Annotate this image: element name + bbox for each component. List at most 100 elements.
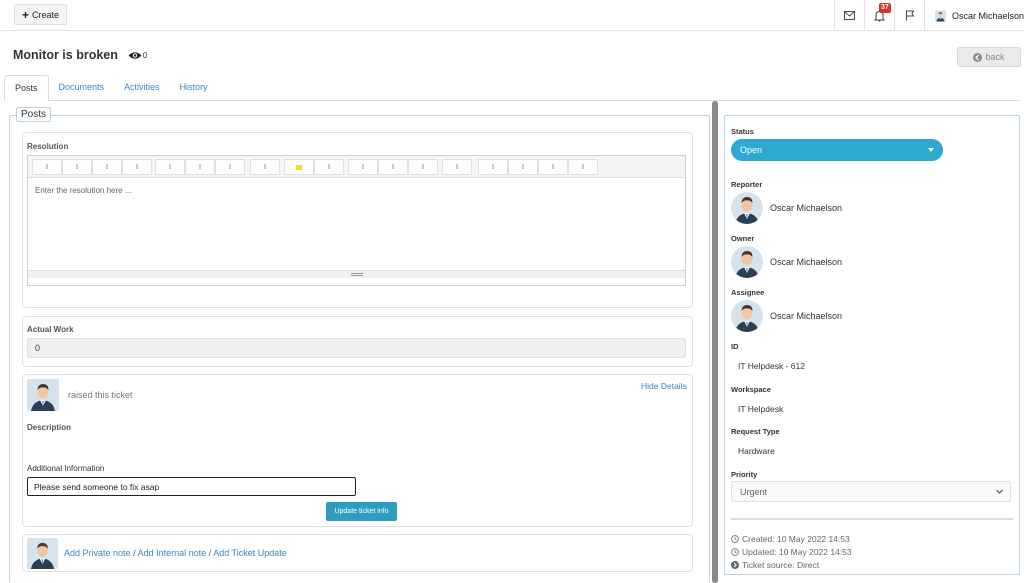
add-ticket-update-link[interactable]: Add Ticket Update — [213, 548, 287, 558]
id-label: ID — [731, 342, 739, 351]
additional-info-label: Additional Information — [27, 464, 105, 473]
note-actions: Add Private note / Add Internal note / A… — [64, 548, 287, 558]
assignee-avatar — [731, 300, 763, 332]
toolbar-button[interactable]: ▯ — [155, 159, 185, 175]
actual-work-field[interactable]: 0 — [27, 338, 686, 358]
toolbar-button[interactable]: ▯ — [568, 159, 598, 175]
toolbar-button[interactable]: ▯ — [122, 159, 152, 175]
font-size-button[interactable]: ▯ — [250, 159, 280, 175]
editor-toolbar: ▯ ▯ ▯ ▯ ▯ ▯ ▯ ▯ ▯ ▯ ▯ ▯ ▯ ▯ ▯ ▯ ▯ — [28, 156, 685, 178]
ticket-source-info: Ticket source: Direct — [731, 560, 819, 570]
reporter-label: Reporter — [731, 180, 763, 189]
clock-icon — [731, 548, 739, 556]
status-dropdown[interactable]: Open — [731, 139, 943, 161]
notifications-button[interactable]: 37 — [864, 0, 894, 31]
ticket-header: Monitor is broken 0 — [13, 48, 147, 62]
request-type-value: Hardware — [738, 446, 775, 456]
mail-icon — [844, 11, 855, 20]
toolbar-button[interactable]: ▯ — [215, 159, 245, 175]
created-info: Created: 10 May 2022 14:53 — [731, 534, 850, 544]
editor-resize-handle[interactable] — [28, 270, 685, 278]
tab-activities[interactable]: Activities — [114, 75, 170, 100]
hide-details-link[interactable]: Hide Details — [641, 381, 687, 391]
watcher-count: 0 — [142, 50, 148, 60]
workspace-label: Workspace — [731, 385, 771, 394]
toolbar-button[interactable]: ▯ — [442, 159, 472, 175]
raiser-avatar — [27, 379, 59, 411]
toolbar-button[interactable]: ▯ — [314, 159, 344, 175]
tab-history[interactable]: History — [170, 75, 218, 100]
owner-name: Oscar Michaelson — [770, 257, 843, 267]
ticket-properties-panel — [724, 115, 1020, 575]
add-private-note-link[interactable]: Add Private note — [64, 548, 131, 558]
create-label: Create — [32, 9, 60, 20]
tab-documents[interactable]: Documents — [49, 75, 115, 100]
toolbar-button[interactable]: ▯ — [348, 159, 378, 175]
posts-scrollbar[interactable] — [712, 101, 718, 583]
user-menu[interactable]: Oscar Michaelson — [924, 0, 1024, 31]
priority-label: Priority — [731, 470, 758, 479]
status-value: Open — [740, 145, 763, 155]
priority-value: Urgent — [740, 486, 768, 497]
request-type-label: Request Type — [731, 427, 780, 436]
highlight-icon — [296, 164, 302, 170]
assignee-label: Assignee — [731, 288, 765, 297]
user-name: Oscar Michaelson — [951, 10, 1024, 21]
chevron-down-icon — [996, 489, 1003, 494]
toolbar-button[interactable]: ▯ — [538, 159, 568, 175]
top-actions: 37 Oscar Michaelson — [834, 0, 1024, 31]
actual-work-label: Actual Work — [27, 325, 74, 334]
created-text: Created: 10 May 2022 14:53 — [742, 534, 850, 544]
toolbar-button[interactable]: ▯ — [62, 159, 92, 175]
page-title: Monitor is broken — [13, 48, 118, 62]
toolbar-button[interactable]: ▯ — [32, 159, 62, 175]
watchers[interactable]: 0 — [128, 51, 147, 60]
resolution-editor[interactable]: ▯ ▯ ▯ ▯ ▯ ▯ ▯ ▯ ▯ ▯ ▯ ▯ ▯ ▯ ▯ ▯ ▯ Enter … — [27, 155, 686, 286]
plus-icon: + — [21, 7, 29, 22]
highlight-button[interactable] — [284, 159, 314, 175]
back-button[interactable]: back — [957, 47, 1021, 67]
assignee-name: Oscar Michaelson — [770, 311, 843, 321]
top-bar: + Create 37 Oscar Michaelson — [0, 0, 1024, 31]
reporter-avatar — [731, 192, 763, 224]
ticket-tabs: Posts Documents Activities History — [4, 75, 1019, 101]
id-value: IT Helpdesk - 612 — [738, 361, 805, 371]
editor-content[interactable]: Enter the resolution here ... — [28, 178, 685, 278]
user-avatar — [935, 8, 946, 24]
additional-info-value: Please send someone to fix asap — [34, 481, 160, 492]
editor-placeholder: Enter the resolution here ... — [35, 186, 132, 195]
workspace-value: IT Helpdesk — [738, 404, 784, 414]
toolbar-button[interactable]: ▯ — [378, 159, 408, 175]
eye-icon — [128, 51, 142, 59]
reporter-name: Oscar Michaelson — [770, 203, 843, 213]
create-button[interactable]: + Create — [14, 4, 67, 25]
caret-down-icon — [928, 148, 934, 152]
update-ticket-button[interactable]: Update ticket info — [326, 502, 397, 521]
mail-button[interactable] — [834, 0, 864, 31]
posts-legend: Posts — [16, 107, 52, 122]
toolbar-button[interactable]: ▯ — [92, 159, 122, 175]
priority-select[interactable]: Urgent — [731, 481, 1011, 502]
flag-button[interactable] — [894, 0, 924, 31]
raised-text: raised this ticket — [68, 390, 133, 400]
arrow-circle-icon — [731, 561, 739, 569]
current-user-avatar — [27, 538, 58, 569]
toolbar-button[interactable]: ▯ — [185, 159, 215, 175]
add-internal-note-link[interactable]: Add Internal note — [138, 548, 207, 558]
divider — [731, 518, 1013, 520]
toolbar-button[interactable]: ▯ — [478, 159, 508, 175]
owner-label: Owner — [731, 234, 755, 243]
owner-avatar — [731, 246, 763, 278]
scrollbar-thumb[interactable] — [712, 101, 718, 583]
flag-icon — [905, 10, 914, 21]
toolbar-button[interactable]: ▯ — [408, 159, 438, 175]
updated-info: Updated: 10 May 2022 14:53 — [731, 547, 852, 557]
arrow-left-circle-icon — [973, 52, 983, 62]
status-label: Status — [731, 127, 754, 136]
toolbar-button[interactable]: ▯ — [508, 159, 538, 175]
notification-badge: 37 — [879, 3, 891, 13]
ticket-source-text: Ticket source: Direct — [742, 560, 820, 570]
tab-posts[interactable]: Posts — [4, 75, 49, 101]
back-label: back — [985, 52, 1005, 62]
additional-info-input[interactable]: Please send someone to fix asap — [27, 477, 356, 496]
